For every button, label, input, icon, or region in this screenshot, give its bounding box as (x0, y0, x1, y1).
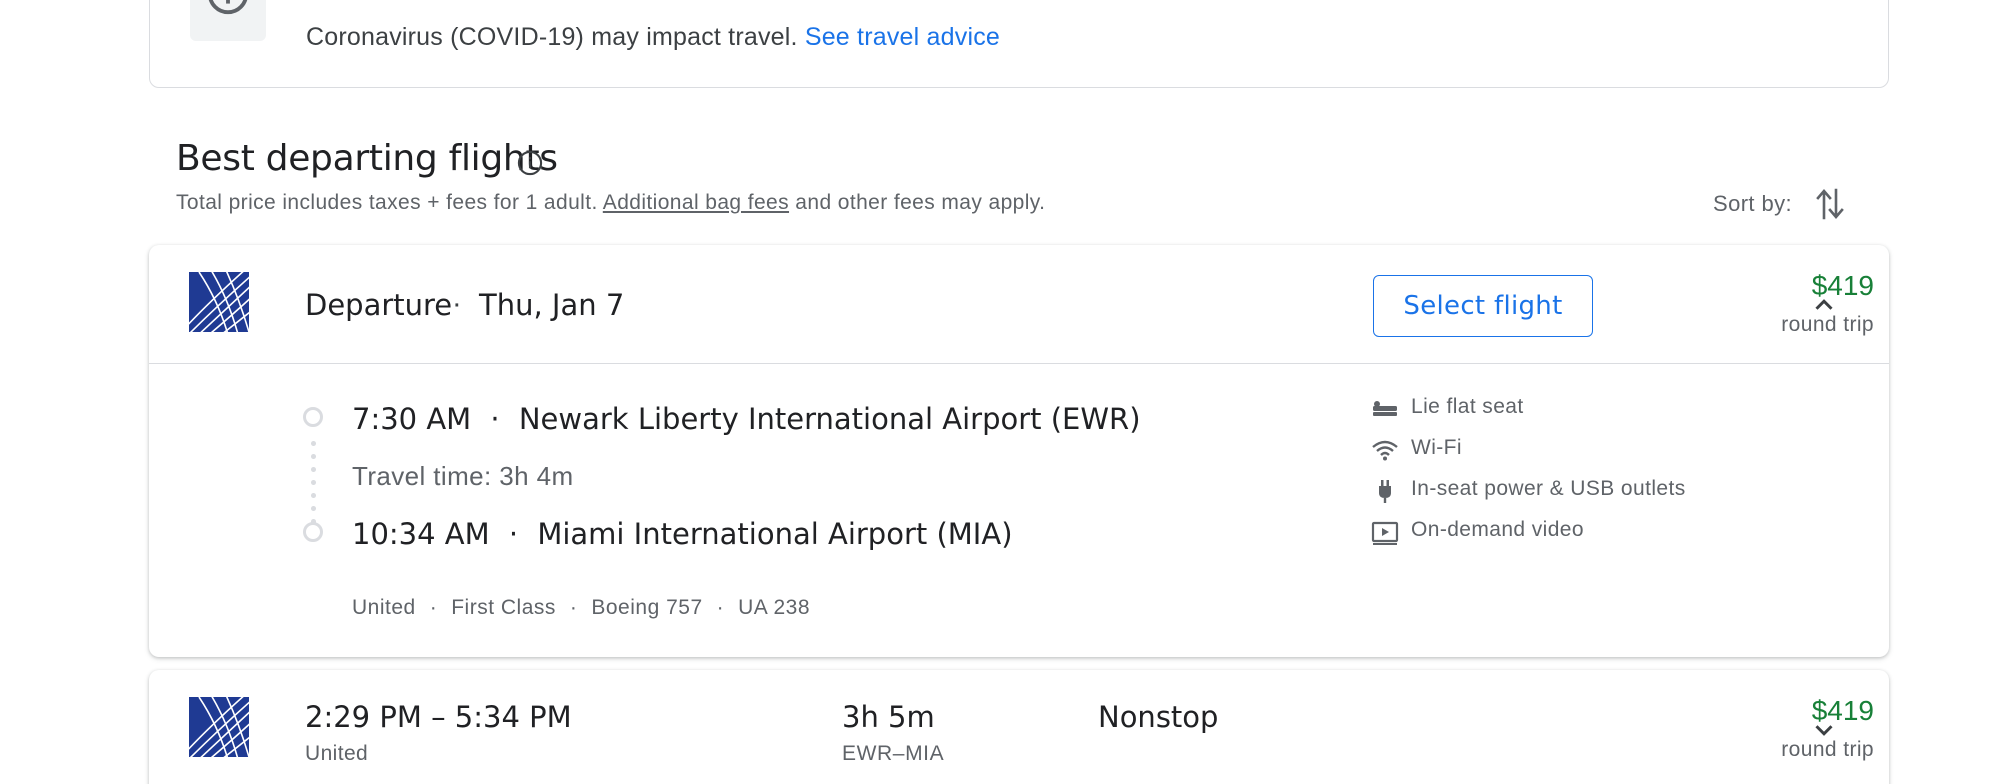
flight-route: EWR–MIA (842, 742, 945, 765)
arrival-airport: Miami International Airport (MIA) (537, 517, 1013, 551)
separator-dot: · (490, 402, 500, 436)
flight-card-collapsed[interactable]: 2:29 PM – 5:34 PM United 3h 5m EWR–MIA N… (149, 670, 1889, 784)
departure-time: 7:30 AM (352, 402, 472, 436)
departure-row: 7:30 AM · Newark Liberty International A… (352, 402, 1141, 436)
video-icon (1371, 521, 1399, 545)
travel-time: Travel time: 3h 4m (352, 461, 574, 491)
amenity-label: On-demand video (1411, 518, 1584, 541)
flight-duration: 3h 5m (842, 700, 935, 734)
advisory-message: Coronavirus (COVID-19) may impact travel… (306, 23, 798, 51)
amenity-label: Wi-Fi (1411, 436, 1462, 459)
flight-times: 2:29 PM – 5:34 PM (305, 700, 572, 734)
page-title: Best departing flights (176, 138, 558, 179)
departure-marker (303, 407, 323, 427)
separator-dot: · (569, 596, 578, 619)
additional-bag-fees-link[interactable]: Additional bag fees (603, 191, 789, 214)
chevron-down-icon[interactable] (1809, 715, 1839, 745)
disclaimer-text-end: and other fees may apply. (795, 191, 1046, 214)
select-flight-button[interactable]: Select flight (1373, 275, 1593, 337)
separator-dot: · (452, 288, 462, 320)
arrival-row: 10:34 AM · Miami International Airport (… (352, 517, 1013, 551)
flight-card-expanded[interactable]: Departure · Thu, Jan 7 Select flight $41… (149, 245, 1889, 657)
disclaimer-text: Total price includes taxes + fees for 1 … (176, 191, 598, 214)
separator-dot: · (429, 596, 438, 619)
departure-date: Thu, Jan 7 (479, 288, 625, 322)
sort-icon[interactable] (1815, 186, 1845, 222)
separator-dot: · (508, 517, 519, 551)
wifi-icon (1372, 440, 1398, 461)
advisory-icon-box (190, 0, 266, 41)
power-plug-icon (1379, 480, 1391, 503)
departure-airport: Newark Liberty International Airport (EW… (518, 402, 1141, 436)
amenity-lie-flat-seat: Lie flat seat (1371, 395, 1771, 425)
info-icon[interactable] (516, 149, 544, 177)
amenity-label: In-seat power & USB outlets (1411, 477, 1686, 500)
stops-label: Nonstop (1098, 700, 1219, 734)
info-icon (208, 0, 248, 15)
airline-name: United (305, 742, 369, 765)
united-airlines-logo (189, 272, 249, 332)
sort-by-label: Sort by: (1713, 191, 1793, 216)
see-travel-advice-link[interactable]: See travel advice (805, 23, 1000, 51)
separator-dot: · (716, 596, 725, 619)
cabin-class: First Class (451, 596, 556, 619)
aircraft-type: Boeing 757 (591, 596, 703, 619)
airline-name: United (352, 596, 416, 619)
arrival-marker (303, 522, 323, 542)
divider (149, 363, 1889, 364)
advisory-text: Coronavirus (COVID-19) may impact travel… (306, 23, 1000, 52)
chevron-up-icon[interactable] (1809, 290, 1839, 320)
amenity-video: On-demand video (1371, 518, 1771, 548)
departure-label: Departure (305, 288, 453, 322)
price-disclaimer: Total price includes taxes + fees for 1 … (176, 191, 1045, 215)
flight-number: UA 238 (738, 596, 811, 619)
amenity-wifi: Wi-Fi (1371, 436, 1771, 466)
amenity-label: Lie flat seat (1411, 395, 1524, 418)
amenity-power: In-seat power & USB outlets (1371, 477, 1771, 507)
timeline-dots (311, 437, 316, 523)
lie-flat-seat-icon (1373, 401, 1397, 416)
flight-details: United · First Class · Boeing 757 · UA 238 (352, 596, 810, 620)
united-airlines-logo (189, 697, 249, 757)
travel-advisory-card: Coronavirus (COVID-19) may impact travel… (149, 0, 1889, 88)
arrival-time: 10:34 AM (352, 517, 490, 551)
